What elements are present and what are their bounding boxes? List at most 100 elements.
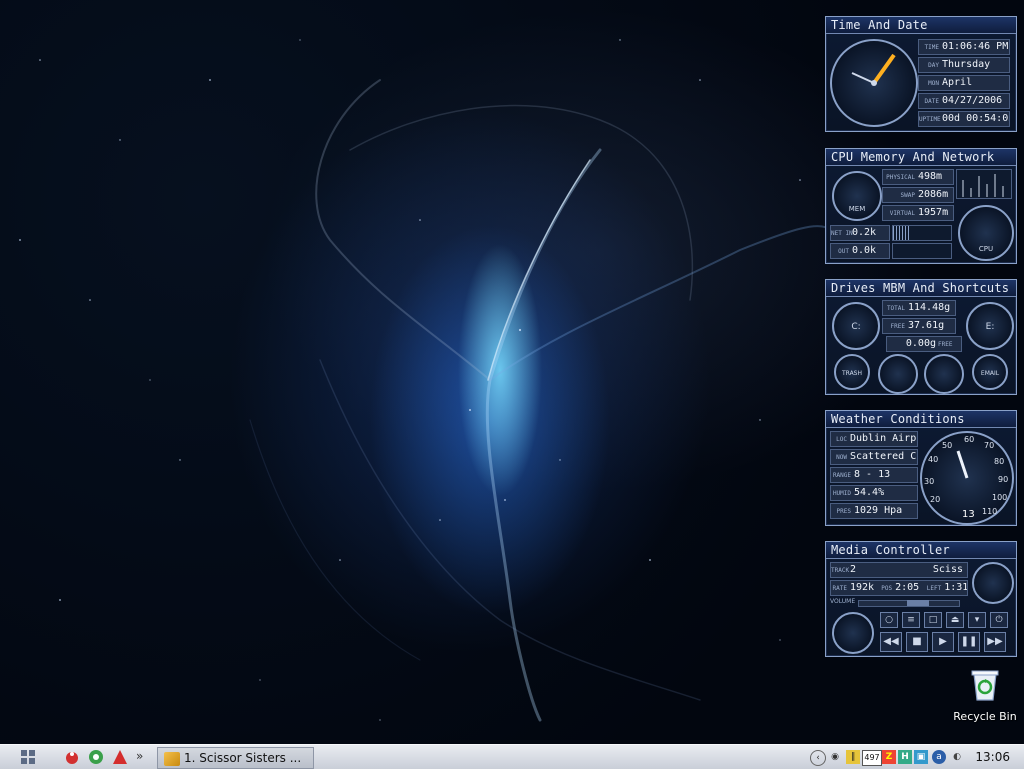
window-button[interactable]: □ — [924, 612, 942, 628]
physical-value: 498m — [918, 171, 943, 182]
now-row: NOW Scattered C — [830, 449, 918, 465]
net-out-meter — [892, 243, 952, 259]
widget-title: Media Controller — [826, 542, 1016, 559]
eject-button[interactable]: ⏏ — [946, 612, 964, 628]
drive-e-gauge[interactable]: E: — [966, 302, 1014, 350]
net-in-meter — [892, 225, 952, 241]
cpu-bars-icon — [962, 174, 1004, 197]
h-app-icon[interactable]: H — [898, 750, 912, 764]
mbm-gauge-2 — [924, 354, 964, 394]
humidity-label: HUMID — [832, 490, 851, 497]
quicklaunch-item[interactable] — [112, 749, 128, 765]
recycle-bin-icon — [971, 670, 999, 701]
quicklaunch-item[interactable] — [64, 749, 80, 765]
recycle-bin[interactable]: Recycle Bin — [950, 668, 1020, 723]
now-label: NOW — [836, 454, 847, 461]
widget-title: Drives MBM And Shortcuts — [826, 280, 1016, 297]
grid-icon — [21, 750, 35, 764]
previous-button[interactable]: ◀◀ — [880, 632, 902, 652]
track-label: TRACK — [831, 567, 850, 574]
volume-slider[interactable] — [858, 600, 960, 607]
dial-needle-icon — [956, 450, 969, 479]
widget-title: CPU Memory And Network — [826, 149, 1016, 166]
free-value: 37.61g — [908, 320, 945, 331]
pos-value: 2:05 — [895, 582, 920, 593]
rate-label: RATE — [832, 585, 847, 592]
email-shortcut[interactable]: EMAIL — [972, 354, 1008, 390]
day-value: Thursday — [942, 59, 991, 70]
location-row: LOC Dublin Airp — [830, 431, 918, 447]
day-label: DAY — [928, 62, 939, 69]
track-name: Sciss — [932, 564, 963, 575]
tray-counter-badge[interactable]: 497 — [862, 750, 882, 766]
app-green-icon — [89, 750, 103, 764]
speaker-icon[interactable]: ◐ — [950, 750, 964, 764]
tray-app-icon[interactable]: ∥ — [846, 750, 860, 764]
stop-button[interactable]: ■ — [906, 632, 928, 652]
location-value: Dublin Airp — [850, 433, 917, 444]
humidity-value: 54.4% — [854, 487, 885, 498]
visualizer-gauge — [832, 612, 874, 654]
drive-c-gauge[interactable]: C: — [832, 302, 880, 350]
range-row: RANGE 8 - 13 — [830, 467, 918, 483]
network-icon[interactable]: ▣ — [914, 750, 928, 764]
drive-c-label: C: — [851, 322, 861, 332]
volume-label: VOLUME — [830, 598, 856, 605]
volume-gauge — [972, 562, 1014, 604]
chevron-right-icon[interactable]: » — [136, 749, 152, 765]
trash-shortcut[interactable]: TRASH — [834, 354, 870, 390]
total-value: 114.48g — [908, 302, 951, 313]
cpu-history-graph — [956, 169, 1012, 199]
power-button[interactable]: ⏻ — [990, 612, 1008, 628]
taskbar-clock[interactable]: 13:06 — [975, 750, 1010, 764]
analog-clock — [830, 39, 918, 127]
virtual-label: VIRTUAL — [889, 210, 915, 217]
pressure-value: 1029 Hpa — [854, 505, 903, 516]
total-row: TOTAL 114.48g — [882, 300, 956, 316]
net-in-row: NET IN0.2k — [830, 225, 890, 241]
start-button[interactable] — [20, 749, 36, 765]
volume-slider-thumb[interactable] — [907, 600, 929, 606]
location-label: LOC — [836, 436, 847, 443]
playlist-button[interactable]: ≡ — [902, 612, 920, 628]
uptime-value: 00d 00:54:03 — [942, 113, 1010, 124]
a-app-icon[interactable]: a — [932, 750, 946, 764]
mem-gauge-label: MEM — [848, 205, 866, 213]
system-tray: ‹ ◉ ∥ 497 Z H ▣ a ◐ 13:06 — [806, 746, 1024, 768]
clock-hands-icon — [851, 53, 896, 86]
memory-gauge: MEM — [832, 171, 882, 221]
time-label: TIME — [924, 44, 939, 51]
time-row: TIME 01:06:46 PM — [918, 39, 1010, 55]
desktop[interactable]: Time And Date TIME 01:06:46 PM DAY Thursda… — [0, 0, 1024, 744]
next-button[interactable]: ▶▶ — [984, 632, 1006, 652]
stop-small-button[interactable]: ○ — [880, 612, 898, 628]
month-value: April — [942, 77, 973, 88]
time-date-widget: Time And Date TIME 01:06:46 PM DAY Thursda… — [825, 16, 1017, 132]
minimize-button[interactable]: ▾ — [968, 612, 986, 628]
net-out-label: OUT — [838, 248, 849, 255]
swap-value: 2086m — [918, 189, 949, 200]
widget-title: Time And Date — [826, 17, 1016, 34]
date-label: DATE — [924, 98, 939, 105]
pressure-label: PRES — [836, 508, 851, 515]
zonealarm-icon[interactable]: Z — [882, 750, 896, 764]
free2-label: FREE — [938, 341, 953, 348]
tray-expand-icon[interactable]: ‹ — [810, 750, 826, 766]
taskbar-task-button[interactable]: 1. Scissor Sisters ... — [157, 747, 314, 769]
net-out-value: 0.0k — [852, 245, 877, 256]
physical-label: PHYSICAL — [886, 174, 915, 181]
eye-icon[interactable]: ◉ — [828, 750, 842, 764]
free-row: FREE 37.61g — [882, 318, 956, 334]
net-in-value: 0.2k — [852, 227, 877, 238]
cpu-gauge: CPU — [958, 205, 1014, 261]
pos-label: POS — [881, 585, 893, 592]
pause-button[interactable]: ❚❚ — [958, 632, 980, 652]
media-player-icon — [164, 751, 180, 766]
month-label: MON — [928, 80, 939, 87]
play-button[interactable]: ▶ — [932, 632, 954, 652]
pressure-row: PRES 1029 Hpa — [830, 503, 918, 519]
left-label: LEFT — [926, 585, 942, 592]
email-label: EMAIL — [980, 370, 1000, 377]
quicklaunch-item[interactable] — [88, 749, 104, 765]
swap-row: SWAP 2086m — [882, 187, 954, 203]
